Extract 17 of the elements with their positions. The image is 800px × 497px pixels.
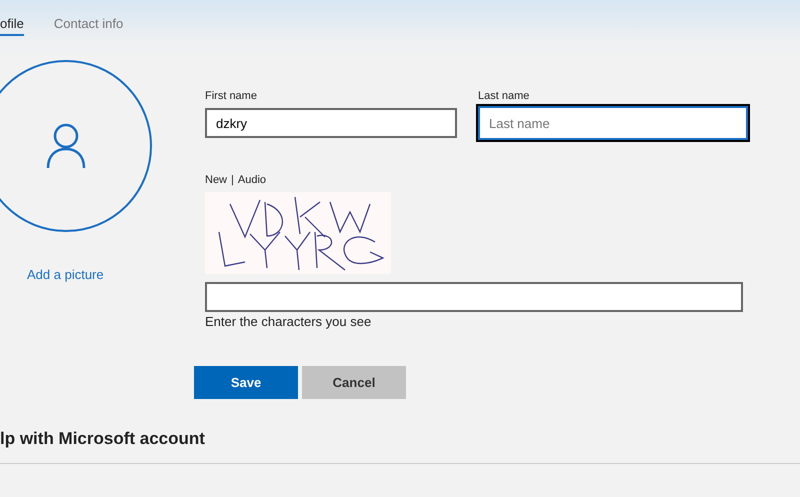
captcha-link[interactable]: Audio — [238, 174, 266, 186]
hint-text: Enter the characters you see — [205, 314, 372, 329]
captcha-link[interactable]: New — [205, 174, 228, 186]
text-input-field[interactable]: Last name — [478, 106, 748, 140]
tab[interactable]: ofile — [0, 14, 24, 36]
save-button[interactable]: Save — [194, 366, 298, 399]
field-label: First name — [205, 90, 258, 102]
field-label: Last name — [478, 90, 530, 102]
person-icon — [46, 123, 86, 169]
section-heading: lp with Microsoft account — [0, 429, 206, 450]
cancel-button[interactable]: Cancel — [302, 366, 406, 399]
captcha-input-field[interactable] — [205, 282, 743, 312]
add-picture-link[interactable]: Add a picture — [27, 267, 104, 282]
tab[interactable]: Contact info — [54, 14, 124, 36]
avatar-circle[interactable] — [0, 60, 152, 232]
text-input-field[interactable]: dzkry — [205, 108, 457, 138]
separator-text: | — [231, 174, 234, 186]
